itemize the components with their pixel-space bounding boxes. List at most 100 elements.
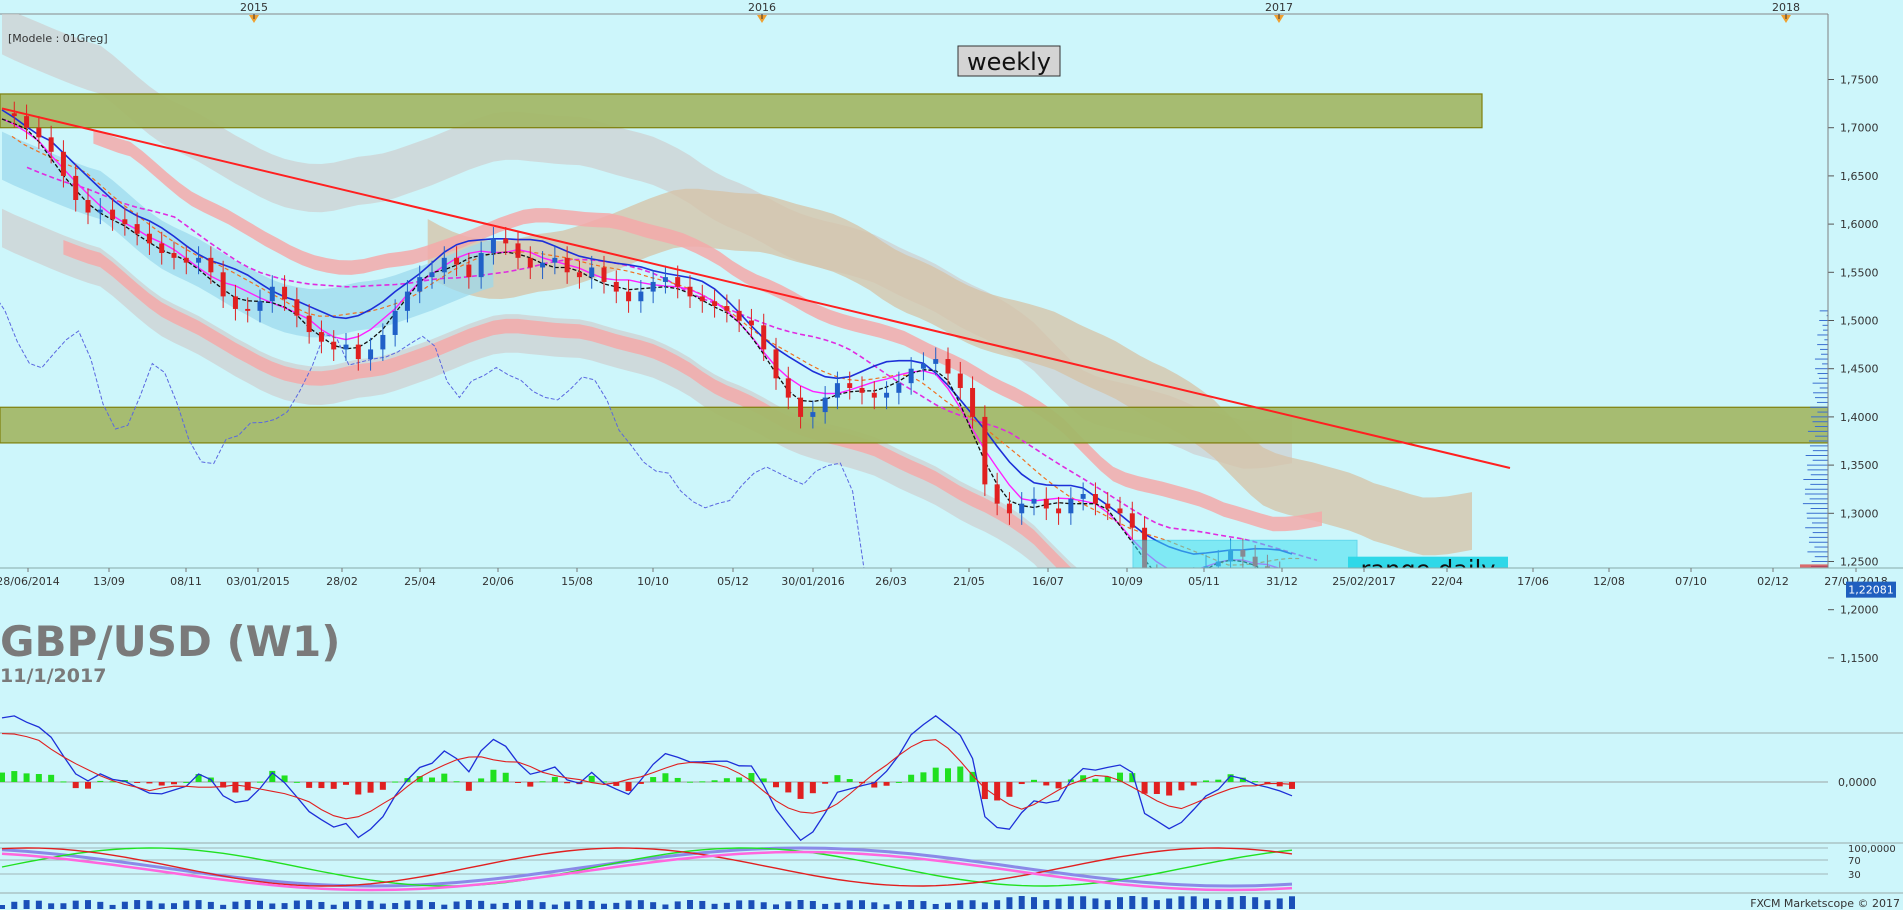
- macd-histogram-bar: [920, 772, 927, 782]
- candle-body: [404, 291, 410, 311]
- last-price-tag: 1,22081: [1846, 581, 1896, 598]
- volume-bar: [969, 900, 976, 909]
- candle-body: [146, 233, 152, 244]
- volume-bar: [920, 901, 927, 909]
- candle-body: [110, 209, 116, 220]
- volume-bar: [637, 900, 644, 909]
- candle-body: [232, 296, 238, 309]
- candle-body: [257, 301, 263, 311]
- candle-body: [871, 392, 877, 398]
- footer-credit: FXCM Marketscope © 2017: [1750, 897, 1900, 910]
- volume-bar: [207, 901, 214, 909]
- volume-bar: [1289, 896, 1295, 909]
- candle-body: [478, 253, 484, 278]
- date-tick-label: 20/06: [482, 575, 514, 588]
- candle-body: [515, 243, 521, 258]
- macd-histogram-bar: [785, 782, 792, 793]
- macd-histogram-bar: [1092, 778, 1099, 782]
- macd-histogram-bar: [134, 782, 141, 783]
- macd-histogram-bar: [723, 778, 730, 782]
- vp-poc: [1800, 564, 1828, 568]
- macd-histogram-bar: [809, 782, 816, 794]
- macd-histogram-bar: [48, 774, 55, 782]
- macd-histogram-bar: [183, 781, 190, 783]
- volume-bar: [785, 901, 792, 909]
- date-tick-label: 25/02/2017: [1332, 575, 1395, 588]
- price-tick-label: 1,4000: [1840, 411, 1879, 424]
- macd-histogram-bar: [146, 782, 153, 784]
- candle-body: [380, 334, 386, 350]
- candle-body: [957, 373, 963, 388]
- macd-histogram-bar: [97, 780, 104, 782]
- chart-canvas[interactable]: 2015 2016 2017 2018 range daily 1,75001,700…: [0, 0, 1903, 910]
- macd-histogram-bar: [846, 779, 853, 782]
- volume-bar: [1252, 897, 1259, 909]
- volume-bar: [1215, 900, 1222, 909]
- candle-body: [699, 296, 705, 302]
- stoch-level-label: 100,0000: [1848, 844, 1896, 855]
- candle-body: [85, 200, 91, 213]
- price-tick-label: 1,1500: [1840, 652, 1879, 665]
- candle-body: [24, 116, 30, 128]
- volume-bar: [429, 902, 435, 909]
- date-tick-label: 13/09: [93, 575, 125, 588]
- macd-histogram-bar: [85, 782, 91, 789]
- candle-body: [220, 272, 226, 297]
- year-label: 2017: [1265, 1, 1293, 14]
- date-tick-label: 15/08: [561, 575, 593, 588]
- macd-histogram-bar: [797, 782, 804, 799]
- macd-histogram-bar: [981, 782, 988, 800]
- macd-histogram-bar: [392, 781, 399, 783]
- macd-histogram-bar: [306, 782, 313, 788]
- volume-bar: [576, 900, 583, 909]
- candle-body: [183, 257, 189, 263]
- year-label: 2018: [1772, 1, 1800, 14]
- candle-body: [552, 257, 558, 263]
- range-box: [1132, 539, 1358, 568]
- candle-body: [1167, 586, 1172, 596]
- volume-bar: [773, 904, 779, 909]
- volume-bar: [883, 904, 890, 909]
- macd-histogram-bar: [1252, 781, 1259, 783]
- volume-bar: [1141, 897, 1148, 909]
- volume-pane: [0, 896, 1295, 909]
- stoch-slow-line: [1, 846, 1293, 888]
- volume-bar: [760, 902, 767, 909]
- volume-bar: [35, 900, 42, 909]
- volume-bar: [134, 900, 141, 909]
- candle-body: [994, 484, 1000, 504]
- volume-bar: [1153, 900, 1160, 909]
- volume-bar: [539, 902, 546, 909]
- volume-bar: [1092, 898, 1099, 909]
- macd-zero-label: 0,0000: [1838, 776, 1877, 789]
- macd-histogram-bar: [834, 775, 841, 782]
- volume-bar: [404, 900, 411, 909]
- candle-body: [1092, 494, 1098, 504]
- candle-body: [626, 291, 632, 302]
- volume-bar: [1055, 898, 1062, 909]
- candle-body: [1105, 503, 1111, 509]
- candle-body: [1006, 503, 1012, 514]
- macd-histogram-bar: [1289, 782, 1295, 789]
- candle-body: [970, 387, 976, 417]
- volume-bar: [355, 900, 362, 909]
- date-tick-label: 10/09: [1111, 575, 1143, 588]
- candle-body: [294, 299, 300, 316]
- date-tick-label: 05/11: [1188, 575, 1220, 588]
- volume-bar: [453, 901, 460, 909]
- candle-body: [540, 262, 546, 268]
- candle-body: [1056, 508, 1062, 514]
- candle-body: [1117, 508, 1123, 514]
- volume-bar: [171, 903, 177, 909]
- candle-body: [245, 308, 251, 311]
- macd-histogram-bar: [367, 782, 374, 793]
- volume-bar: [1129, 896, 1136, 909]
- price-tick-label: 1,2000: [1840, 604, 1879, 617]
- macd-histogram-bar: [171, 782, 177, 785]
- macd-histogram-bar: [625, 782, 632, 792]
- stoch-d-line: [1, 847, 1293, 887]
- volume-bar: [736, 900, 743, 909]
- candle-body: [97, 209, 103, 213]
- date-tick-label: 22/04: [1431, 575, 1463, 588]
- macd-histogram-bar: [662, 773, 669, 782]
